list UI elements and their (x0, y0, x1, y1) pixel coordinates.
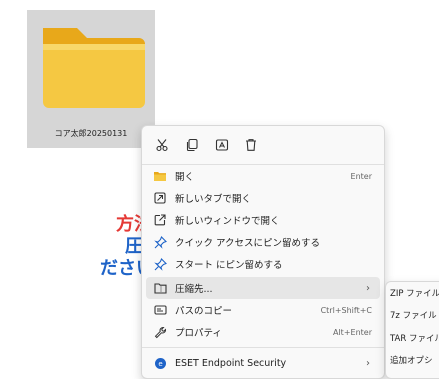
menu-item-label: ESET Endpoint Security (175, 357, 287, 369)
menu-item-open-new-window[interactable]: 新しいウィンドウで開く (146, 209, 380, 231)
menu-item-label: 新しいタブで開く (175, 194, 252, 205)
menu-item-shortcut: Enter (350, 171, 372, 181)
menu-item-properties[interactable]: プロパティ Alt+Enter (146, 321, 380, 343)
pin-icon (152, 256, 168, 272)
menu-item-label: 開く (175, 172, 195, 183)
chevron-right-icon: › (366, 357, 370, 369)
new-tab-icon (152, 190, 168, 206)
submenu-item-tar[interactable]: TAR ファイル (390, 327, 439, 349)
pin-icon (152, 234, 168, 250)
menu-item-label: プロパティ (175, 328, 222, 339)
menu-item-open-new-tab[interactable]: 新しいタブで開く (146, 187, 380, 209)
menu-item-label: 圧縮先... (175, 284, 213, 295)
context-menu-top-actions (142, 126, 384, 166)
submenu-item-zip[interactable]: ZIP ファイル (390, 282, 439, 304)
menu-item-pin-quick-access[interactable]: クイック アクセスにピン留めする (146, 231, 380, 253)
properties-icon (152, 324, 168, 340)
eset-icon: e (152, 355, 168, 371)
menu-item-pin-start[interactable]: スタート にピン留めする (146, 253, 380, 275)
menu-item-label: クイック アクセスにピン留めする (175, 238, 321, 249)
submenu-item-7z[interactable]: 7z ファイル (390, 304, 437, 326)
svg-text:e: e (158, 360, 162, 368)
menu-item-copy-path[interactable]: パスのコピー Ctrl+Shift+C (146, 299, 380, 321)
menu-item-shortcut: Ctrl+Shift+C (320, 305, 372, 315)
menu-item-shortcut: Alt+Enter (332, 327, 372, 337)
menu-divider (142, 347, 384, 348)
new-window-icon (152, 212, 168, 228)
menu-item-label: パスのコピー (175, 306, 233, 317)
context-menu: 開く Enter 新しいタブで開く 新しいウィンドウで開く クイック アクセスに… (141, 125, 385, 379)
menu-item-label: スタート にピン留めする (175, 260, 283, 271)
cut-icon[interactable] (153, 136, 171, 154)
copy-path-icon (152, 302, 168, 318)
folder-tile[interactable]: コア太郎20250131 (27, 10, 155, 148)
compress-icon (152, 280, 168, 296)
copy-icon[interactable] (183, 136, 201, 154)
folder-icon (43, 28, 145, 108)
submenu-item-more-options[interactable]: 追加オプシ (390, 349, 433, 371)
compress-submenu: ZIP ファイル 7z ファイル TAR ファイル 追加オプシ (385, 281, 439, 379)
folder-open-icon (152, 168, 168, 184)
rename-icon[interactable] (213, 136, 231, 154)
menu-item-label: 新しいウィンドウで開く (175, 216, 280, 227)
delete-icon[interactable] (242, 136, 260, 154)
menu-item-eset[interactable]: e ESET Endpoint Security › (146, 352, 380, 374)
chevron-right-icon: › (366, 282, 370, 294)
menu-item-open[interactable]: 開く Enter (146, 165, 380, 187)
menu-item-compress-to[interactable]: 圧縮先... › (146, 277, 380, 299)
folder-name: コア太郎20250131 (54, 129, 128, 138)
